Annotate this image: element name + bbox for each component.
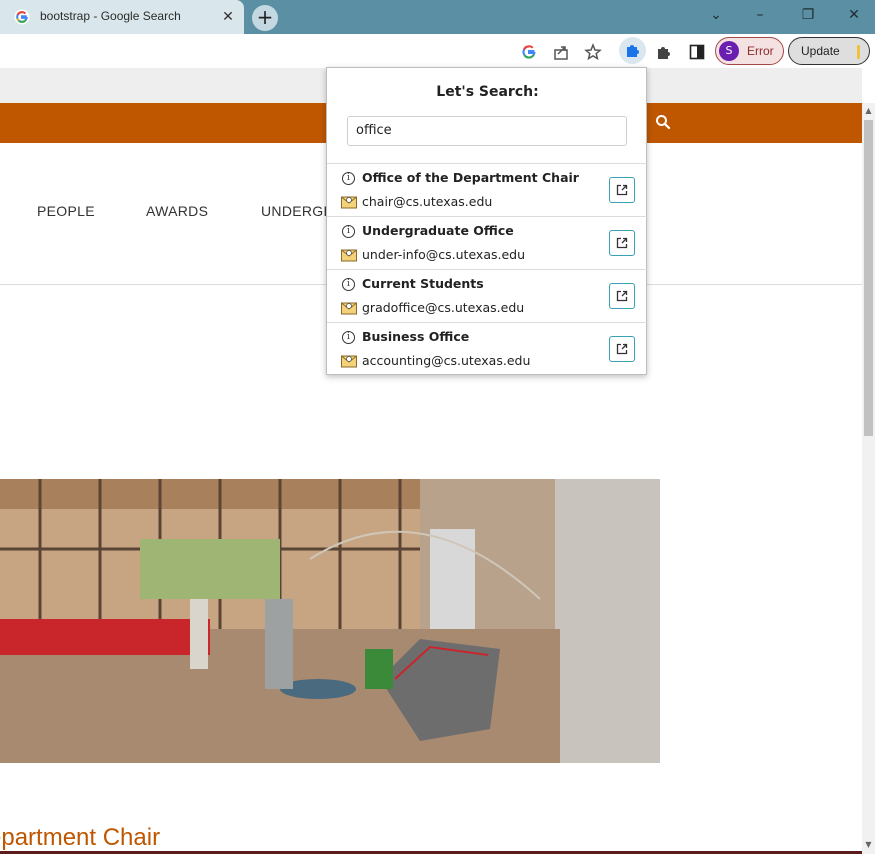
new-tab-button[interactable]: + bbox=[252, 5, 278, 31]
info-icon: i bbox=[342, 172, 355, 185]
update-button[interactable]: Update bbox=[788, 37, 870, 65]
email-envelope-icon bbox=[341, 302, 357, 315]
profile-status: Error bbox=[747, 44, 774, 58]
nav-item-awards[interactable]: AWARDS bbox=[146, 203, 208, 219]
scroll-thumb[interactable] bbox=[864, 120, 873, 436]
page-scrollbar[interactable]: ▲ ▼ bbox=[862, 103, 875, 854]
email-envelope-icon bbox=[341, 355, 357, 368]
list-item: i Business Office accounting@cs.utexas.e… bbox=[327, 322, 648, 375]
tab-strip: bootstrap - Google Search ✕ + ⌄ – ❐ ✕ bbox=[0, 0, 875, 34]
browser-tab[interactable]: bootstrap - Google Search ✕ bbox=[0, 0, 244, 34]
result-name: Undergraduate Office bbox=[362, 223, 514, 238]
search-input[interactable]: office bbox=[347, 116, 627, 146]
external-link-icon bbox=[616, 343, 628, 355]
email-envelope-icon bbox=[341, 249, 357, 262]
update-menu-icon bbox=[857, 45, 860, 59]
open-link-button[interactable] bbox=[609, 283, 635, 309]
nav-item-people[interactable]: PEOPLE bbox=[37, 203, 95, 219]
window-close-icon[interactable]: ✕ bbox=[843, 4, 865, 26]
result-email[interactable]: accounting@cs.utexas.edu bbox=[362, 353, 530, 368]
bookmark-star-icon[interactable] bbox=[582, 41, 604, 63]
hero-photo bbox=[0, 479, 660, 763]
open-link-button[interactable] bbox=[609, 336, 635, 362]
results-list: i Office of the Department Chair chair@c… bbox=[327, 163, 648, 375]
result-name: Business Office bbox=[362, 329, 470, 344]
info-icon: i bbox=[342, 278, 355, 291]
result-email[interactable]: chair@cs.utexas.edu bbox=[362, 194, 492, 209]
section-heading: epartment Chair bbox=[0, 824, 161, 851]
result-name: Office of the Department Chair bbox=[362, 170, 579, 185]
tab-title: bootstrap - Google Search bbox=[40, 9, 181, 23]
list-item: i Undergraduate Office under-info@cs.ute… bbox=[327, 216, 648, 269]
tab-search-icon[interactable]: ⌄ bbox=[705, 4, 727, 26]
external-link-icon bbox=[616, 237, 628, 249]
result-name: Current Students bbox=[362, 276, 484, 291]
list-item: i Current Students gradoffice@cs.utexas.… bbox=[327, 269, 648, 322]
profile-button[interactable]: S Error bbox=[715, 37, 784, 65]
list-item: i Office of the Department Chair chair@c… bbox=[327, 163, 648, 216]
result-email[interactable]: gradoffice@cs.utexas.edu bbox=[362, 300, 524, 315]
share-icon[interactable] bbox=[550, 41, 572, 63]
minimize-icon[interactable]: – bbox=[749, 4, 771, 26]
extensions-icon[interactable] bbox=[653, 41, 675, 63]
google-g-icon bbox=[14, 9, 30, 25]
google-lens-icon[interactable] bbox=[518, 41, 540, 63]
update-label: Update bbox=[801, 44, 840, 58]
result-email[interactable]: under-info@cs.utexas.edu bbox=[362, 247, 525, 262]
popup-title: Let's Search: bbox=[436, 84, 539, 100]
search-icon[interactable] bbox=[655, 114, 671, 130]
side-panel-icon[interactable] bbox=[686, 41, 708, 63]
restore-icon[interactable]: ❐ bbox=[797, 4, 819, 26]
scroll-down-arrow-icon[interactable]: ▼ bbox=[862, 839, 875, 851]
extension-popup: Let's Search: office i Office of the Dep… bbox=[326, 67, 648, 375]
info-icon: i bbox=[342, 225, 355, 238]
tab-close-icon[interactable]: ✕ bbox=[219, 8, 237, 26]
active-extension-button[interactable] bbox=[619, 37, 646, 64]
avatar: S bbox=[719, 41, 739, 61]
open-link-button[interactable] bbox=[609, 230, 635, 256]
external-link-icon bbox=[616, 184, 628, 196]
open-link-button[interactable] bbox=[609, 177, 635, 203]
external-link-icon bbox=[616, 290, 628, 302]
puzzle-extension-icon bbox=[627, 45, 639, 57]
scroll-up-arrow-icon[interactable]: ▲ bbox=[862, 105, 875, 117]
nav-item-undergraduate[interactable]: UNDERGR bbox=[261, 203, 334, 219]
browser-toolbar: S Error Update bbox=[0, 34, 875, 68]
email-envelope-icon bbox=[341, 196, 357, 209]
info-icon: i bbox=[342, 331, 355, 344]
